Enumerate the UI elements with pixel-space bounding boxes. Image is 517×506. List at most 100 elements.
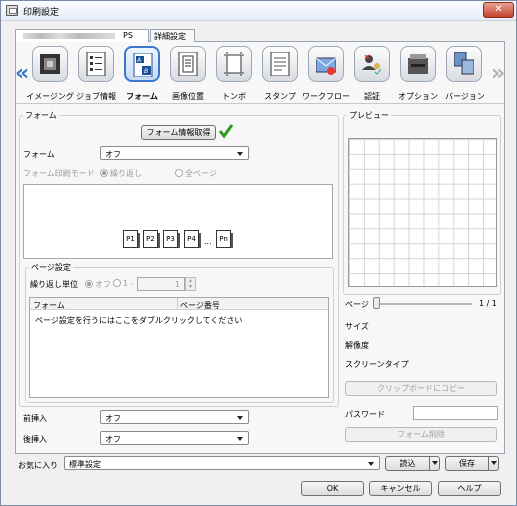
load-button-label[interactable]: 読込 — [386, 457, 429, 470]
tab-advanced[interactable]: 詳細設定 — [150, 29, 195, 42]
page-slider-label: ページ — [345, 300, 369, 309]
all-pages-radio-dot — [175, 169, 183, 177]
page-p4: P4 — [184, 230, 201, 248]
tab-bar: PS 詳細設定 — [15, 29, 505, 43]
form-field-label: フォーム — [23, 150, 55, 159]
column-page-number[interactable]: ページ番号 — [180, 300, 220, 311]
column-form[interactable]: フォーム — [33, 300, 65, 311]
workflow-label: ワークフロー — [302, 92, 350, 101]
version-button[interactable] — [446, 46, 482, 82]
option-label: オプション — [398, 92, 438, 101]
resolution-label: 解像度 — [345, 341, 369, 350]
check-icon — [218, 123, 234, 141]
password-label: パスワード — [345, 410, 385, 419]
window-title: 印刷設定 — [23, 8, 60, 18]
crop-marks-label: トンボ — [222, 92, 246, 101]
scroll-left-button[interactable]: « — [15, 61, 29, 86]
load-button[interactable]: 読込 — [385, 456, 440, 471]
workflow-button[interactable] — [308, 46, 344, 82]
repeat-unit-label: 繰り返し単位 — [30, 280, 78, 289]
repeat-off-radio-dot — [85, 280, 93, 288]
page-p2: P2 — [143, 230, 160, 248]
repeat-range-spinner[interactable]: ▴ ▾ — [185, 277, 196, 291]
form-select[interactable]: オフ — [100, 146, 249, 160]
page-count: 1 / 1 — [479, 299, 497, 308]
get-form-info-button[interactable]: フォーム情報取得 — [141, 125, 216, 140]
image-position-icon — [178, 51, 198, 77]
authentication-icon — [362, 52, 382, 76]
page-pn: Pn — [216, 230, 233, 248]
form-icon: AB — [133, 52, 153, 78]
image-position-button[interactable] — [170, 46, 206, 82]
page-p3: P3 — [163, 230, 180, 248]
list-header — [30, 298, 328, 310]
printer-name-blurred — [23, 33, 115, 39]
form-group-title: フォーム — [23, 110, 59, 121]
printer-icon — [6, 5, 18, 16]
page-slider-track — [375, 303, 472, 305]
preview-title: プレビュー — [347, 110, 391, 121]
save-button[interactable]: 保存 — [445, 456, 499, 471]
authentication-label: 認証 — [364, 92, 380, 101]
form-label: フォーム — [126, 92, 158, 101]
svg-text:B: B — [144, 68, 148, 75]
page-setting-list[interactable] — [29, 297, 329, 398]
form-button[interactable]: AB — [124, 46, 160, 82]
size-label: サイズ — [345, 322, 369, 331]
password-input[interactable] — [413, 406, 498, 420]
page-slider-thumb[interactable] — [373, 297, 380, 309]
list-hint: ページ設定を行うにはここをダブルクリックしてください — [35, 316, 243, 325]
favorites-select[interactable]: 標準設定 — [64, 456, 380, 470]
image-position-label: 画像位置 — [172, 92, 204, 101]
crop-marks-button[interactable] — [216, 46, 252, 82]
repeat-radio-dot — [100, 169, 108, 177]
repeat-off-radio[interactable]: オフ — [85, 279, 111, 290]
help-button[interactable]: ヘルプ — [438, 481, 501, 496]
tab-ps[interactable]: PS — [15, 29, 149, 43]
screen-type-label: スクリーンタイプ — [345, 360, 409, 369]
imaging-button[interactable] — [32, 46, 68, 82]
ok-button[interactable]: OK — [301, 481, 364, 496]
job-info-button[interactable] — [78, 46, 114, 82]
delete-form-button[interactable]: フォーム削除 — [345, 427, 497, 442]
favorites-label: お気に入り — [18, 461, 58, 470]
repeat-range-label: 1 - — [123, 279, 134, 288]
front-insert-label: 前挿入 — [23, 414, 47, 423]
svg-text:A: A — [136, 57, 141, 64]
tab-ps-label: PS — [123, 31, 133, 40]
all-pages-radio-label: 全ページ — [185, 169, 217, 178]
load-dropdown-arrow[interactable] — [429, 457, 440, 470]
option-button[interactable] — [400, 46, 436, 82]
page-p1: P1 — [123, 230, 140, 248]
all-pages-radio[interactable]: 全ページ — [175, 168, 217, 179]
repeat-range-input[interactable]: 1 — [137, 277, 185, 291]
form-print-mode-label: フォーム印刷モード — [23, 169, 95, 178]
page-setting-title: ページ設定 — [29, 262, 73, 273]
repeat-off-label: オフ — [95, 280, 111, 289]
cancel-button[interactable]: キャンセル — [369, 481, 432, 496]
save-button-label[interactable]: 保存 — [446, 457, 488, 470]
imaging-icon — [40, 52, 60, 76]
authentication-button[interactable] — [354, 46, 390, 82]
imaging-label: イメージング — [26, 92, 74, 101]
job-info-icon — [86, 51, 106, 77]
stamp-icon — [270, 51, 290, 77]
version-label: バージョン — [445, 92, 485, 101]
back-insert-select[interactable]: オフ — [100, 431, 249, 445]
option-icon — [408, 52, 428, 76]
version-icon — [453, 51, 475, 76]
close-button[interactable]: ✕ — [483, 2, 514, 18]
separator — [16, 103, 504, 104]
repeat-radio[interactable]: 繰り返し — [100, 168, 142, 179]
copy-to-clipboard-button[interactable]: クリップボードにコピー — [345, 381, 497, 396]
column-divider — [177, 298, 178, 310]
save-dropdown-arrow[interactable] — [488, 457, 499, 470]
preview-grid — [348, 138, 497, 287]
back-insert-label: 後挿入 — [23, 435, 47, 444]
scroll-right-button[interactable]: » — [491, 61, 505, 86]
page-ellipsis: ... — [204, 237, 212, 246]
stamp-button[interactable] — [262, 46, 298, 82]
front-insert-select[interactable]: オフ — [100, 410, 249, 424]
repeat-range-radio[interactable]: 1 - — [113, 279, 134, 288]
workflow-icon — [315, 52, 337, 76]
